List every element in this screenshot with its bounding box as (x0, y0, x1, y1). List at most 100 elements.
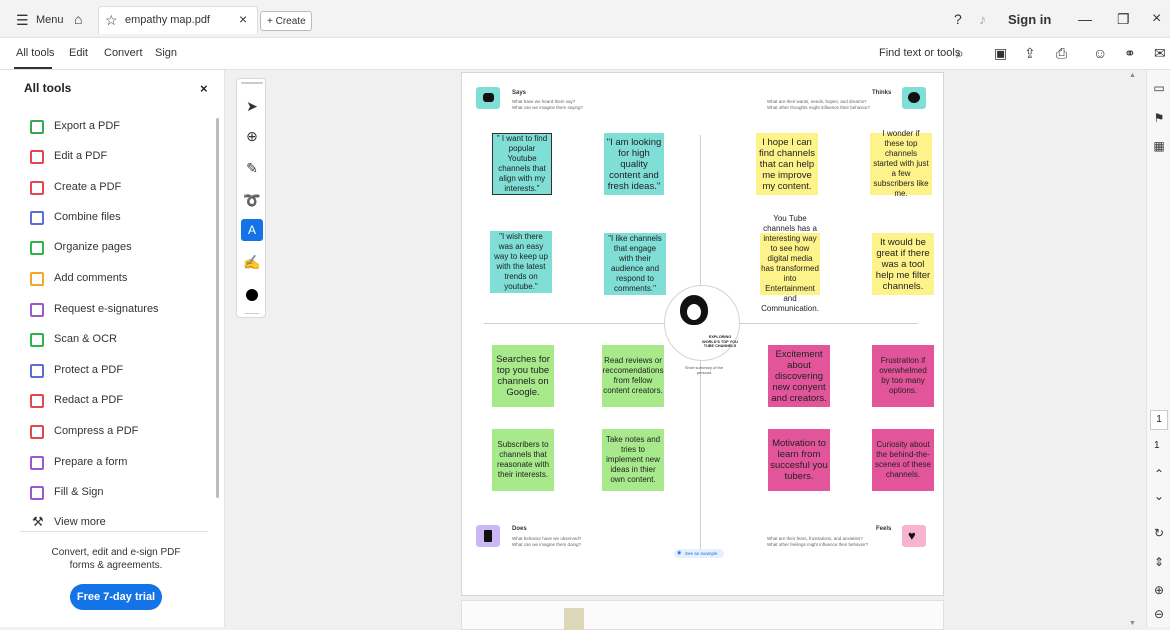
page-up-icon[interactable]: ⌃ (1151, 466, 1167, 482)
pdf-page: Says What have we heard them say? What c… (461, 72, 944, 596)
create-button-label: + Create (267, 16, 306, 27)
free-trial-button[interactable]: Free 7-day trial (70, 584, 162, 610)
sidebar-item-request-e-signatures[interactable]: Request e-signatures (22, 299, 212, 321)
link-icon[interactable]: ⚭ (1124, 46, 1136, 60)
sidebar-item-edit-a-pdf[interactable]: Edit a PDF (22, 146, 212, 168)
quick-tools-bar: ➤ ⊕ ✎ ➰ A ✍ (236, 78, 266, 318)
sidebar-item-create-a-pdf[interactable]: Create a PDF (22, 177, 212, 199)
text-box-icon[interactable]: A (241, 219, 263, 241)
print-icon[interactable]: ⎙ (1056, 46, 1067, 60)
menu-edit[interactable]: Edit (69, 47, 88, 59)
scroll-up-arrow-icon[interactable]: ▲ (1129, 72, 1136, 79)
sidebar-item-prepare-a-form[interactable]: Prepare a form (22, 452, 212, 474)
sidebar-item-combine-files[interactable]: Combine files (22, 207, 212, 229)
rotate-icon[interactable]: ↻ (1151, 525, 1167, 541)
sidebar-item-fill-sign[interactable]: Fill & Sign (22, 482, 212, 504)
signature-icon[interactable]: ✍ (241, 251, 263, 273)
menu-all-tools[interactable]: All tools (16, 47, 55, 59)
create-button[interactable]: + Create (260, 11, 312, 31)
close-panel-icon[interactable]: × (200, 81, 208, 96)
sticky-note-t2[interactable]: I wonder if these top channels started w… (870, 129, 932, 198)
page-down-icon[interactable]: ⌄ (1151, 488, 1167, 504)
bookmark-icon[interactable]: ⚑ (1151, 110, 1167, 126)
document-tab[interactable]: ☆ empathy map.pdf (98, 6, 258, 34)
hamburger-menu-icon[interactable]: ☰ (16, 13, 29, 27)
sidebar-item-redact-a-pdf[interactable]: Redact a PDF (22, 390, 212, 412)
view-more-label: View more (54, 516, 106, 528)
sticky-note-s3[interactable]: "I wish there was an easy way to keep up… (490, 231, 552, 293)
color-swatch[interactable] (246, 289, 258, 301)
close-window-icon[interactable]: × (1152, 11, 1161, 27)
tool-icon (30, 364, 44, 378)
minimize-icon[interactable]: — (1078, 12, 1092, 26)
sidebar-item-label: Scan & OCR (54, 333, 117, 345)
add-comment-icon[interactable]: ⊕ (241, 125, 263, 147)
select-cursor-icon[interactable]: ➤ (241, 95, 263, 117)
close-tab-icon[interactable]: × (239, 12, 247, 26)
save-icon[interactable]: ▣ (994, 46, 1007, 60)
sticky-note-f4[interactable]: Curiosity about the behind-the-scenes of… (872, 429, 934, 491)
sidebar-item-export-a-pdf[interactable]: Export a PDF (22, 116, 212, 138)
says-sub2: What can we imagine them saying? (512, 105, 584, 110)
document-viewport[interactable]: Says What have we heard them say? What c… (226, 70, 1146, 630)
share-user-icon[interactable]: ☺ (1093, 46, 1107, 60)
sticky-note-d4[interactable]: Take notes and tries to implement new id… (602, 429, 664, 491)
heart-icon: ♥ (902, 525, 926, 547)
sticky-note-f2[interactable]: Frustration if overwhelmed by too many o… (872, 345, 934, 407)
sidebar-item-protect-a-pdf[interactable]: Protect a PDF (22, 360, 212, 382)
menu-button[interactable]: Menu (36, 14, 64, 26)
sticky-note-t1[interactable]: I hope I can find channels that can help… (756, 133, 818, 195)
sticky-note-s2[interactable]: "I am looking for high quality content a… (604, 133, 664, 195)
tool-icon (30, 333, 44, 347)
fit-page-icon[interactable]: ⇕ (1151, 554, 1167, 570)
zoom-out-icon[interactable]: ⊖ (1151, 606, 1167, 622)
sticky-note-f1[interactable]: Excitement about discovering new conyent… (768, 345, 830, 407)
highlight-pen-icon[interactable]: ✎ (241, 157, 263, 179)
persona-title: EXPLORING WORLD'S TOP YOU TUBE CHANNELS (702, 335, 738, 349)
help-icon[interactable]: ? (954, 12, 962, 26)
comment-panel-icon[interactable]: ▭ (1151, 80, 1167, 96)
home-icon[interactable]: ⌂ (74, 12, 82, 26)
restore-icon[interactable]: ❐ (1117, 12, 1130, 26)
sidebar-item-organize-pages[interactable]: Organize pages (22, 237, 212, 259)
toolbar-grip[interactable] (241, 82, 263, 84)
sticky-note-t3[interactable]: You Tube channels has a interesting way … (760, 214, 820, 313)
sidebar-item-add-comments[interactable]: Add comments (22, 268, 212, 290)
notification-bell-icon[interactable]: ♪ (979, 12, 986, 26)
draw-freehand-icon[interactable]: ➰ (241, 189, 263, 211)
zoom-in-icon[interactable]: ⊕ (1151, 582, 1167, 598)
panel-title: All tools (24, 81, 72, 95)
sidebar-scrollbar[interactable] (216, 118, 219, 498)
star-icon[interactable]: ☆ (105, 13, 118, 27)
tool-icon (30, 120, 44, 134)
find-text-or-tools[interactable]: Find text or tools (879, 47, 960, 59)
all-tools-panel: All tools × Export a PDF Edit a PDF Create… (0, 70, 225, 627)
thumbnails-grid-icon[interactable]: ▦ (1151, 138, 1167, 154)
persona-circle (664, 285, 740, 361)
upload-cloud-icon[interactable]: ⇪ (1024, 46, 1036, 60)
sidebar-item-scan-ocr[interactable]: Scan & OCR (22, 329, 212, 351)
title-bar: ☰ Menu ⌂ ☆ empathy map.pdf × + Create ? … (0, 0, 1170, 38)
menu-convert[interactable]: Convert (104, 47, 143, 59)
sticky-note-d2[interactable]: Read reviews or reccomendations from fel… (602, 345, 664, 407)
search-icon[interactable]: ⌕ (956, 46, 964, 60)
sticky-note-d1[interactable]: Searches for top you tube channels on Go… (492, 345, 554, 407)
sidebar-item-label: Protect a PDF (54, 364, 124, 376)
sticky-note-t4[interactable]: It would be great if there was a tool he… (872, 233, 934, 295)
sidebar-item-label: Redact a PDF (54, 394, 124, 406)
does-sub1: What behavior have we observed? (512, 536, 582, 541)
page-number-box[interactable]: 1 (1150, 410, 1168, 430)
eye-icon: ◉ (677, 550, 682, 556)
scroll-down-arrow-icon[interactable]: ▼ (1129, 620, 1136, 627)
see-example-button[interactable]: ◉ See an example (674, 549, 724, 558)
sign-in-button[interactable]: Sign in (1008, 12, 1051, 27)
sticky-note-f3[interactable]: Motivation to learn from succesful you t… (768, 429, 830, 491)
email-icon[interactable]: ✉ (1154, 46, 1166, 60)
tool-icon (30, 303, 44, 317)
sticky-note-s4[interactable]: "I like channels that engage with their … (604, 233, 666, 295)
menu-sign[interactable]: Sign (155, 47, 177, 59)
tool-icon (30, 486, 44, 500)
sidebar-item-compress-a-pdf[interactable]: Compress a PDF (22, 421, 212, 443)
sticky-note-d3[interactable]: Subscribers to channels that reasonate w… (492, 429, 554, 491)
sticky-note-s1[interactable]: " I want to find popular Youtube channel… (492, 133, 552, 195)
